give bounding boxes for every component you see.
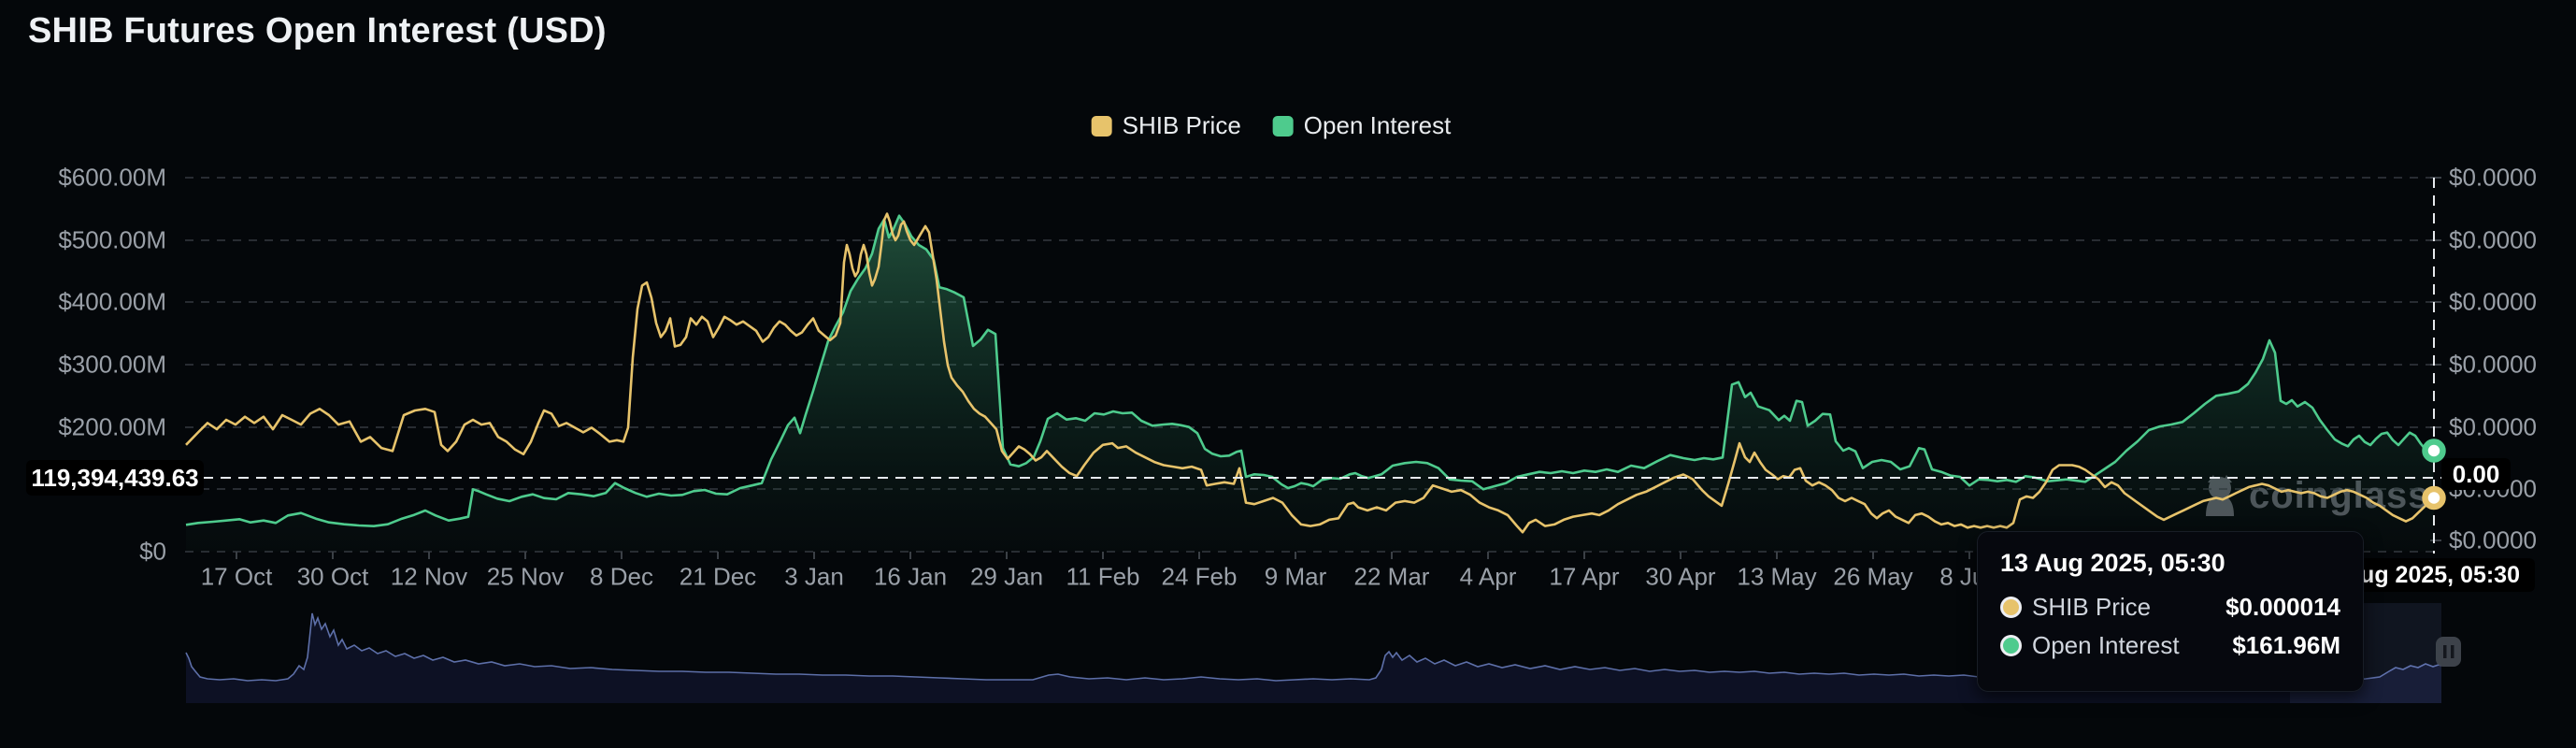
series-dot-icon: [2000, 635, 2022, 656]
legend-item-shib-price[interactable]: SHIB Price: [1091, 111, 1241, 140]
x-axis-tick: 29 Jan: [969, 562, 1044, 591]
x-axis-tick: 17 Apr: [1549, 562, 1620, 591]
x-axis-tick: 9 Mar: [1264, 562, 1327, 591]
left-axis-tick: $200.00M: [58, 412, 166, 441]
left-axis-tick: $600.00M: [58, 163, 166, 192]
x-axis-tick: 3 Jan: [784, 562, 844, 591]
x-axis-tick: 26 May: [1833, 562, 1913, 591]
x-axis-tick: 30 Apr: [1645, 562, 1716, 591]
page-title: SHIB Futures Open Interest (USD): [28, 11, 607, 50]
x-axis-tick: 4 Apr: [1459, 562, 1517, 591]
legend-item-open-interest[interactable]: Open Interest: [1272, 111, 1452, 140]
series-dot-icon: [2000, 597, 2022, 618]
tooltip-row-value: $161.96M: [2232, 631, 2340, 659]
tooltip-row-value: $0.000014: [2225, 593, 2340, 621]
left-axis-tick: $400.00M: [58, 287, 166, 316]
left-axis-tick: $300.00M: [58, 350, 166, 379]
legend-swatch-icon: [1272, 115, 1294, 137]
x-axis-tick: 21 Dec: [679, 562, 757, 591]
x-axis-tick: 11 Feb: [1066, 562, 1140, 591]
shib-price-marker: [2422, 485, 2446, 511]
right-axis-tick: $0.0000: [2449, 163, 2537, 192]
tooltip-row-label: SHIB Price: [2032, 593, 2152, 621]
crosshair-oi-value-badge: 119,394,439.63: [26, 460, 204, 496]
legend-item-label: SHIB Price: [1122, 111, 1241, 139]
tooltip-row: SHIB Price $0.000014: [2000, 593, 2340, 622]
x-axis-tick: 17 Oct: [200, 562, 273, 591]
x-axis-tick: 30 Oct: [296, 562, 369, 591]
crosshair-price-value-badge: 0.00: [2441, 458, 2511, 490]
legend-item-label: Open Interest: [1303, 111, 1452, 139]
tooltip-date: 13 Aug 2025, 05:30: [2000, 549, 2225, 577]
x-axis-tick: 25 Nov: [486, 562, 565, 591]
left-axis-tick: $0: [139, 537, 166, 566]
x-axis-tick: 8 Dec: [590, 562, 653, 591]
right-axis-tick: $0.0000: [2449, 350, 2537, 379]
legend: SHIB Price Open Interest: [1091, 111, 1452, 140]
x-axis-tick: 16 Jan: [873, 562, 948, 591]
tooltip-row-label: Open Interest: [2032, 631, 2180, 659]
legend-swatch-icon: [1091, 115, 1112, 137]
tooltip-row: Open Interest $161.96M: [2000, 631, 2340, 660]
right-axis-tick: $0.0000: [2449, 287, 2537, 316]
x-axis-tick: 24 Feb: [1161, 562, 1238, 591]
right-axis-tick: $0.0000: [2449, 412, 2537, 441]
x-axis-tick: 22 Mar: [1353, 562, 1430, 591]
left-axis-tick: $500.00M: [58, 225, 166, 254]
open-interest-area: [186, 215, 2434, 552]
chart-tooltip: 13 Aug 2025, 05:30 SHIB Price $0.000014 Op…: [1977, 531, 2364, 692]
x-axis-tick: 13 May: [1737, 562, 1817, 591]
x-axis-tick: 12 Nov: [390, 562, 468, 591]
chart-page: SHIB Futures Open Interest (USD) SHIB Pr…: [0, 0, 2576, 748]
navigator-handle[interactable]: [2436, 637, 2461, 667]
right-axis-tick: $0.0000: [2449, 525, 2537, 554]
right-axis-tick: $0.0000: [2449, 225, 2537, 254]
open-interest-marker: [2422, 439, 2446, 463]
